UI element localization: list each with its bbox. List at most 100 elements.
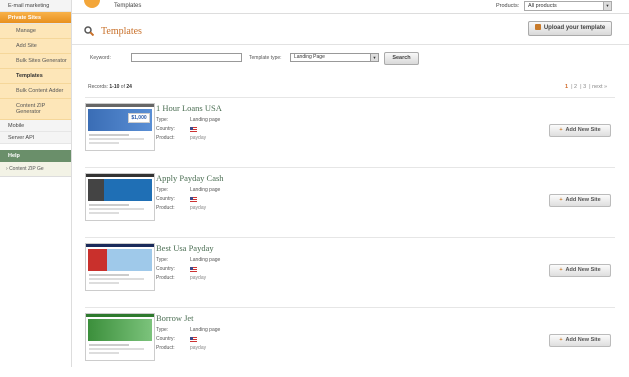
thumb-line [89, 204, 129, 206]
upload-template-label: Upload your template [543, 25, 606, 31]
thumb-band [86, 174, 154, 177]
thumb-line [89, 282, 119, 284]
sidebar-item-email-marketing[interactable]: E-mail marketing [0, 0, 71, 12]
add-new-site-button[interactable]: + Add New Site [549, 124, 611, 137]
list-item: Borrow Jet Type: Landing page Country: P… [72, 311, 629, 377]
chevron-down-icon: ▼ [370, 54, 378, 61]
template-title[interactable]: Best Usa Payday [156, 243, 214, 253]
type-value: Landing page [190, 257, 221, 263]
thumb-hero [88, 179, 152, 201]
page-link-1[interactable]: 1 [565, 84, 568, 90]
records-prefix: Records: [88, 84, 110, 90]
list-item: Best Usa Payday Type: Landing page Count… [72, 241, 629, 308]
sidebar-item-private-sites[interactable]: Private Sites [0, 12, 71, 24]
products-select-value: All products [528, 3, 557, 9]
thumb-line [89, 274, 129, 276]
thumb-hero [88, 249, 152, 271]
add-new-site-button[interactable]: + Add New Site [549, 334, 611, 347]
template-thumbnail[interactable]: $1,000 [85, 103, 155, 151]
page-next-link[interactable]: next » [592, 84, 607, 90]
product-value: payday [190, 205, 207, 211]
template-type-select[interactable]: Landing Page ▼ [290, 53, 379, 62]
page-title: Templates [101, 26, 142, 37]
plus-icon: + [559, 337, 563, 343]
template-type-value: Landing Page [294, 54, 325, 60]
thumb-line [89, 352, 119, 354]
upload-template-button[interactable]: Upload your template [528, 21, 612, 36]
template-thumbnail[interactable] [85, 313, 155, 361]
product-value: payday [190, 275, 207, 281]
page-link-2[interactable]: 2 [574, 84, 577, 90]
template-title[interactable]: Apply Payday Cash [156, 173, 224, 183]
sidebar-item-add-site[interactable]: Add Site [0, 39, 71, 54]
products-label: Products: [496, 3, 520, 9]
list-item: $1,000 1 Hour Loans USA Type: Landing pa… [72, 101, 629, 168]
thumb-line [89, 278, 144, 280]
sidebar-submenu: Manage Add Site Bulk Sites Generator Tem… [0, 24, 71, 120]
records-total: 24 [126, 84, 132, 90]
filter-bar: Keyword: Template type: Landing Page ▼ S… [72, 50, 629, 68]
type-value: Landing page [190, 117, 221, 123]
keyword-input[interactable] [131, 53, 242, 62]
upload-icon [534, 24, 541, 30]
us-flag-icon [190, 267, 197, 272]
product-label: Product: [156, 135, 175, 141]
sidebar-item-content-zip-generator[interactable]: Content ZIP Generator [0, 99, 71, 120]
us-flag-icon [190, 127, 197, 132]
page-link-3[interactable]: 3 [583, 84, 586, 90]
thumb-band [86, 244, 154, 247]
thumb-amount: $1,000 [128, 113, 150, 123]
country-label: Country: [156, 266, 175, 272]
sidebar-item-bulk-sites-generator[interactable]: Bulk Sites Generator [0, 54, 71, 69]
records-range: 1-10 [109, 84, 120, 90]
product-value: payday [190, 345, 207, 351]
thumb-band [86, 104, 154, 107]
top-bar: Templates Products: All products ▼ [72, 0, 629, 14]
divider [85, 167, 615, 168]
sidebar-item-templates[interactable]: Templates [0, 69, 71, 84]
records-count: Records: 1-10 of 24 [88, 84, 132, 90]
add-new-site-label: Add New Site [565, 337, 601, 343]
divider [72, 44, 629, 45]
chevron-down-icon: ▼ [603, 2, 611, 10]
us-flag-icon [190, 197, 197, 202]
type-label: Type: [156, 187, 169, 193]
type-label: Type: [156, 117, 169, 123]
sidebar-item-server-api[interactable]: Server API [0, 132, 71, 144]
thumb-line [89, 134, 129, 136]
divider [85, 307, 615, 308]
country-label: Country: [156, 126, 175, 132]
sidebar-item-mobile[interactable]: Mobile [0, 120, 71, 132]
plus-icon: + [559, 127, 563, 133]
add-new-site-label: Add New Site [565, 127, 601, 133]
sidebar-item-bulk-content-adder[interactable]: Bulk Content Adder [0, 84, 71, 99]
country-label: Country: [156, 336, 175, 342]
template-thumbnail[interactable] [85, 243, 155, 291]
sidebar-item-manage[interactable]: Manage [0, 24, 71, 39]
help-link[interactable]: › Content ZIP Ge [0, 162, 71, 177]
country-label: Country: [156, 196, 175, 202]
template-type-label: Template type: [249, 55, 282, 61]
search-button[interactable]: Search [384, 52, 419, 65]
pagination: 1 | 2 | 3 | next » [565, 84, 608, 90]
type-label: Type: [156, 327, 169, 333]
product-label: Product: [156, 275, 175, 281]
sidebar: E-mail marketing Private Sites Manage Ad… [0, 0, 72, 367]
add-new-site-button[interactable]: + Add New Site [549, 194, 611, 207]
thumb-line [89, 212, 119, 214]
thumb-line [89, 348, 144, 350]
product-value: payday [190, 135, 207, 141]
thumb-band [86, 314, 154, 317]
add-new-site-button[interactable]: + Add New Site [549, 264, 611, 277]
template-thumbnail[interactable] [85, 173, 155, 221]
search-icon [84, 26, 94, 36]
template-title[interactable]: Borrow Jet [156, 313, 194, 323]
plus-icon: + [559, 267, 563, 273]
plus-icon: + [559, 197, 563, 203]
breadcrumb-title: Templates [114, 3, 142, 9]
keyword-label: Keyword: [90, 55, 111, 61]
products-select[interactable]: All products ▼ [524, 1, 612, 11]
thumb-line [89, 208, 144, 210]
product-label: Product: [156, 345, 175, 351]
template-title[interactable]: 1 Hour Loans USA [156, 103, 222, 113]
